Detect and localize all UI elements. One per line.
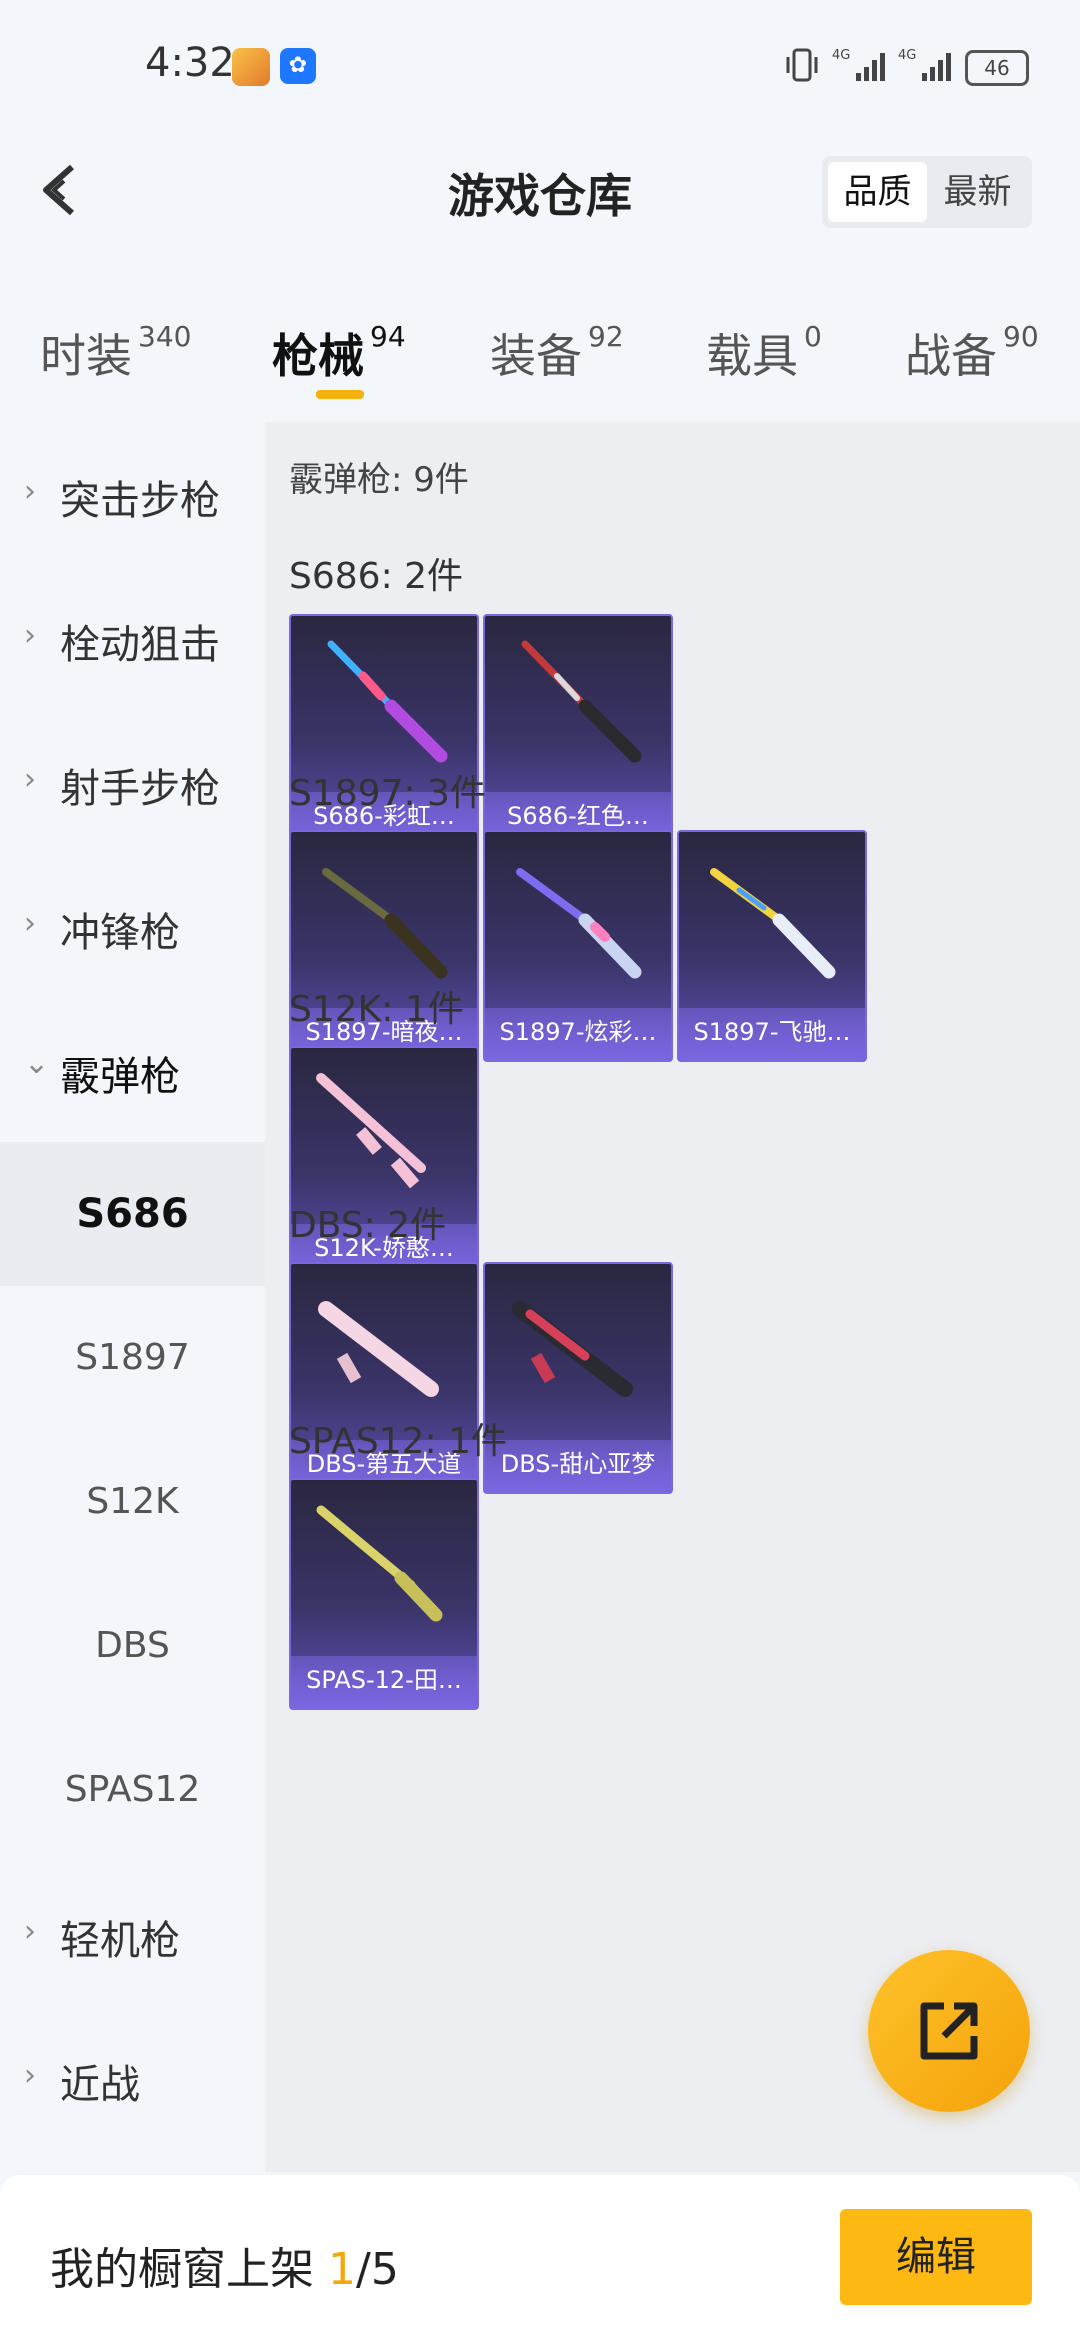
chevron-down-icon: ⌄ — [24, 1046, 50, 1081]
status-time: 4:32 — [145, 40, 235, 86]
shotgun-image — [316, 1505, 443, 1622]
group-title-s1897: S1897: 3件 — [289, 773, 486, 814]
tab-guns[interactable]: 枪械 94 — [272, 320, 406, 386]
tab-equipment[interactable]: 装备 92 — [490, 320, 624, 386]
group-title-dbs: DBS: 2件 — [289, 1205, 447, 1246]
chevron-right-icon: › — [24, 1914, 36, 1949]
sort-quality-button[interactable]: 品质 — [828, 162, 927, 222]
category-title: 霰弹枪: 9件 — [289, 460, 469, 500]
tab-label: 时装 — [40, 329, 132, 383]
item-grid: 霰弹枪: 9件 S686: 2件 S686-彩虹… S686-红色… S1897… — [265, 422, 1080, 2172]
sidebar-item-label: 栓动狙击 — [60, 622, 220, 668]
item-name: SPAS-12-田… — [291, 1656, 477, 1708]
app-blue-icon: ✿ — [280, 48, 316, 84]
external-link-icon — [920, 2002, 978, 2060]
vibrate-icon — [786, 48, 818, 82]
bottom-bar: 我的橱窗上架 1/5 编辑 — [0, 2175, 1080, 2340]
shotgun-image — [318, 1301, 439, 1397]
sidebar-item-melee[interactable]: › 近战 — [0, 2006, 265, 2150]
tab-vehicles[interactable]: 载具 0 — [706, 320, 822, 386]
item-card[interactable]: DBS-甜心亚梦 — [483, 1262, 673, 1494]
battery-icon: 46 — [965, 50, 1029, 86]
tab-count: 92 — [588, 320, 624, 353]
category-tabs: 时装 340 枪械 94 装备 92 载具 0 战备 90 — [0, 290, 1080, 420]
item-card[interactable]: S686-红色… — [483, 614, 673, 846]
tab-label: 战备 — [905, 329, 997, 383]
sidebar-item-label: 冲锋枪 — [60, 910, 180, 956]
signal-icon: 4G — [832, 48, 885, 81]
chevron-right-icon: › — [24, 474, 36, 509]
sidebar-item-smg[interactable]: › 冲锋枪 — [0, 854, 265, 998]
shotgun-image — [521, 640, 642, 763]
shotgun-image — [322, 868, 448, 979]
item-name: S1897-飞驰… — [679, 1008, 865, 1060]
sidebar-item-bolt-sniper[interactable]: › 栓动狙击 — [0, 566, 265, 710]
tab-label: 载具 — [706, 329, 798, 383]
share-button[interactable] — [868, 1950, 1030, 2112]
sort-newest-button[interactable]: 最新 — [928, 162, 1027, 222]
group-title-s686: S686: 2件 — [289, 556, 464, 597]
header: 游戏仓库 品质 最新 — [0, 130, 1080, 260]
sidebar-subitem-s1897[interactable]: S1897 — [0, 1286, 265, 1430]
app-game-icon — [232, 48, 270, 86]
sidebar-item-shotgun[interactable]: ⌄ 霰弹枪 — [0, 998, 265, 1142]
shotgun-image — [327, 640, 448, 763]
network-label: 4G — [898, 48, 916, 63]
group-title-spas12: SPAS12: 1件 — [289, 1421, 508, 1462]
sidebar-item-assault-rifle[interactable]: › 突击步枪 — [0, 422, 265, 566]
network-label: 4G — [832, 48, 850, 63]
shotgun-image — [316, 1073, 426, 1189]
sidebar-subitem-s12k[interactable]: S12K — [0, 1430, 265, 1574]
item-name: DBS-甜心亚梦 — [485, 1440, 671, 1492]
status-bar: 4:32 ✿ 4G 4G 46 — [0, 0, 1080, 130]
item-card[interactable]: S1897-飞驰… — [677, 830, 867, 1062]
sidebar-item-lmg[interactable]: › 轻机枪 — [0, 1862, 265, 2006]
tab-label: 装备 — [490, 329, 582, 383]
showcase-current: 1 — [328, 2244, 356, 2295]
group-title-s12k: S12K: 1件 — [289, 989, 464, 1030]
chevron-right-icon: › — [24, 618, 36, 653]
tab-count: 0 — [804, 320, 822, 353]
tab-count: 94 — [370, 320, 406, 353]
active-tab-indicator — [316, 390, 364, 399]
item-card[interactable]: SPAS-12-田… — [289, 1478, 479, 1710]
chevron-right-icon: › — [24, 762, 36, 797]
shotgun-image — [512, 1301, 633, 1397]
sidebar-subitem-s686[interactable]: S686 — [0, 1142, 265, 1286]
tab-supplies[interactable]: 战备 90 — [905, 320, 1039, 386]
sidebar-item-label: 突击步枪 — [60, 478, 220, 524]
sidebar-item-label: 射手步枪 — [60, 766, 220, 812]
tab-count: 340 — [138, 320, 192, 353]
chevron-right-icon: › — [24, 906, 36, 941]
sidebar-item-marksman-rifle[interactable]: › 射手步枪 — [0, 710, 265, 854]
tab-count: 90 — [1003, 320, 1039, 353]
tab-fashion[interactable]: 时装 340 — [40, 320, 191, 386]
item-name: S1897-炫彩… — [485, 1008, 671, 1060]
shotgun-image — [710, 868, 836, 979]
shotgun-image — [516, 868, 642, 979]
item-card[interactable]: S1897-炫彩… — [483, 830, 673, 1062]
tab-label: 枪械 — [272, 329, 364, 383]
showcase-total: /5 — [356, 2244, 399, 2295]
sidebar-item-label: 近战 — [60, 2062, 140, 2108]
showcase-text: 我的橱窗上架 — [50, 2244, 314, 2295]
sidebar-item-label: 轻机枪 — [60, 1918, 180, 1964]
showcase-label: 我的橱窗上架 1/5 — [50, 2233, 399, 2297]
signal-icon: 4G — [898, 48, 951, 81]
chevron-right-icon: › — [24, 2058, 36, 2093]
sidebar: › 突击步枪 › 栓动狙击 › 射手步枪 › 冲锋枪 ⌄ 霰弹枪 S686 S1… — [0, 422, 265, 2172]
edit-button[interactable]: 编辑 — [840, 2209, 1032, 2305]
sidebar-subitem-spas12[interactable]: SPAS12 — [0, 1718, 265, 1862]
sidebar-item-label: 霰弹枪 — [60, 1054, 180, 1100]
sidebar-subitem-dbs[interactable]: DBS — [0, 1574, 265, 1718]
sort-toggle[interactable]: 品质 最新 — [822, 156, 1032, 228]
